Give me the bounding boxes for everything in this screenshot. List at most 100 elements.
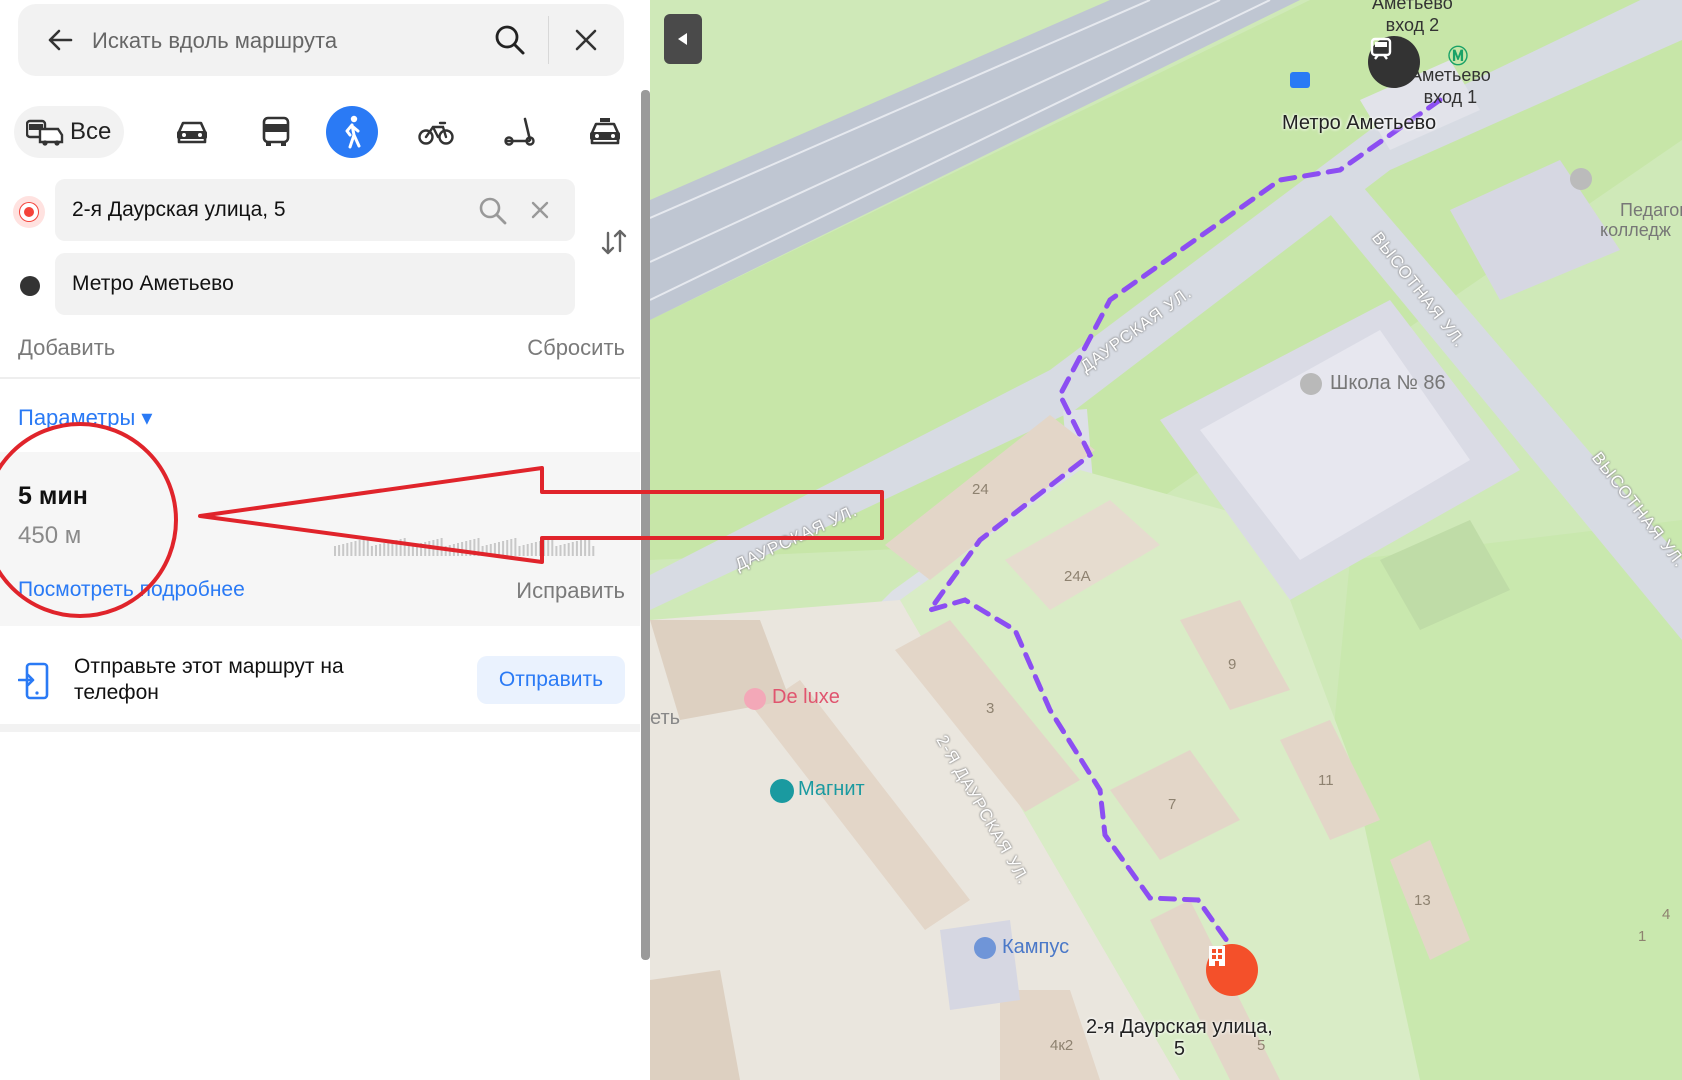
divider bbox=[548, 16, 549, 64]
search-button[interactable] bbox=[490, 20, 530, 60]
elevation-bar bbox=[362, 539, 365, 556]
mode-walk-button[interactable] bbox=[326, 106, 378, 158]
elevation-bar bbox=[350, 542, 353, 556]
elevation-bar bbox=[547, 539, 550, 556]
elevation-bar bbox=[403, 538, 406, 556]
elevation-bar bbox=[588, 538, 591, 556]
route-duration: 5 мин bbox=[18, 482, 88, 510]
hotel-icon bbox=[974, 937, 996, 959]
mode-all-label: Все bbox=[70, 118, 112, 145]
elevation-bar bbox=[506, 540, 509, 556]
elevation-bar bbox=[555, 546, 558, 556]
mode-bus-button[interactable] bbox=[250, 106, 302, 158]
panel-scrollbar[interactable] bbox=[641, 90, 650, 960]
elevation-bar bbox=[366, 538, 369, 556]
map-view[interactable]: ДАУРСКАЯ УЛ. ДАУРСКАЯ УЛ. 2-Я ДАУРСКАЯ У… bbox=[650, 0, 1682, 1080]
elevation-bar bbox=[551, 538, 554, 556]
elevation-bar bbox=[489, 544, 492, 556]
elevation-bar bbox=[416, 544, 418, 556]
details-link[interactable]: Посмотреть подробнее bbox=[18, 578, 245, 602]
house-number: 24А bbox=[1064, 568, 1091, 585]
mode-taxi-button[interactable] bbox=[579, 106, 631, 158]
elevation-bar bbox=[465, 541, 468, 556]
mode-car-button[interactable] bbox=[166, 106, 218, 158]
kampus-label[interactable]: Кампус bbox=[974, 936, 1069, 959]
mode-all-button[interactable]: Все bbox=[14, 106, 124, 158]
origin-pin[interactable] bbox=[1206, 944, 1258, 996]
deluxe-label[interactable]: De luxe bbox=[744, 686, 840, 710]
house-number: 13 bbox=[1414, 892, 1431, 909]
elevation-bar bbox=[354, 541, 357, 556]
elevation-bar bbox=[502, 541, 505, 556]
elevation-bar bbox=[358, 540, 361, 556]
elevation-bar bbox=[342, 544, 345, 556]
house-number: 4 bbox=[1662, 906, 1671, 923]
elevation-bar bbox=[338, 545, 341, 556]
collapse-panel-button[interactable] bbox=[664, 14, 702, 64]
school-icon bbox=[1570, 168, 1592, 190]
edge-label: еть bbox=[650, 707, 681, 729]
origin-pin-label: 2-я Даурская улица, 5 bbox=[1086, 1016, 1273, 1060]
elevation-bar bbox=[334, 546, 336, 556]
elevation-bar bbox=[383, 543, 386, 556]
elevation-bar bbox=[539, 541, 541, 556]
elevation-bar bbox=[592, 546, 595, 556]
elevation-bar bbox=[485, 545, 488, 556]
elevation-bar bbox=[543, 540, 546, 556]
back-button[interactable] bbox=[42, 22, 78, 58]
send-button[interactable]: Отправить bbox=[477, 656, 625, 704]
mode-scooter-button[interactable] bbox=[494, 106, 546, 158]
college-name: Педагогический колледж bbox=[1600, 200, 1682, 240]
house-number: 7 bbox=[1168, 796, 1177, 813]
swap-button[interactable] bbox=[596, 224, 632, 260]
elevation-bar bbox=[559, 545, 562, 556]
kampus-name: Кампус bbox=[1002, 936, 1070, 958]
elevation-bar bbox=[481, 546, 484, 556]
fix-link[interactable]: Исправить bbox=[516, 578, 625, 604]
building bbox=[940, 920, 1020, 1010]
close-button[interactable] bbox=[568, 22, 604, 58]
elevation-bar bbox=[395, 540, 398, 556]
car-icon bbox=[177, 121, 207, 144]
elevation-bar bbox=[461, 542, 464, 556]
elevation-bar bbox=[444, 546, 447, 556]
origin-field[interactable]: 2-я Даурская улица, 5 bbox=[55, 179, 575, 241]
add-point-link[interactable]: Добавить bbox=[18, 335, 115, 361]
bus-stop-icon bbox=[1290, 72, 1310, 88]
magnit-label[interactable]: Магнит bbox=[770, 778, 865, 803]
magnifier-icon bbox=[479, 197, 507, 225]
origin-search-button[interactable] bbox=[475, 193, 511, 229]
elevation-bar bbox=[498, 542, 500, 556]
metro-train-icon bbox=[1370, 37, 1392, 60]
transport-mode-bar: Все bbox=[14, 104, 634, 160]
elevation-bar bbox=[563, 544, 566, 556]
mode-bicycle-button[interactable] bbox=[410, 106, 462, 158]
shopping-basket-icon bbox=[770, 779, 794, 803]
house-number: 11 bbox=[1318, 772, 1334, 789]
house-number: 1 bbox=[1638, 928, 1647, 945]
elevation-bar bbox=[440, 538, 443, 556]
elevation-bar bbox=[457, 543, 459, 556]
elevation-bar bbox=[522, 545, 525, 556]
destination-field[interactable]: Метро Аметьево bbox=[55, 253, 575, 315]
origin-clear-button[interactable] bbox=[525, 195, 555, 225]
elevation-bar bbox=[510, 539, 513, 556]
elevation-bar bbox=[452, 544, 455, 556]
reset-link[interactable]: Сбросить bbox=[527, 335, 625, 361]
send-to-phone-text: Отправьте этот маршрут на телефон bbox=[74, 655, 344, 704]
search-input[interactable]: Искать вдоль маршрута bbox=[92, 28, 337, 54]
elevation-bar bbox=[514, 538, 517, 556]
deluxe-name: De luxe bbox=[772, 686, 840, 708]
route-search-bar[interactable]: Искать вдоль маршрута bbox=[18, 4, 624, 76]
metro-station-pin[interactable] bbox=[1368, 36, 1420, 88]
elevation-bar bbox=[571, 542, 574, 556]
parameters-link[interactable]: Параметры ▾ bbox=[18, 405, 152, 431]
origin-value: 2-я Даурская улица, 5 bbox=[72, 198, 286, 221]
elevation-bar bbox=[428, 541, 431, 556]
triangle-left-icon bbox=[678, 33, 687, 45]
elevation-profile bbox=[334, 538, 595, 556]
elevation-bar bbox=[477, 538, 480, 556]
close-icon bbox=[575, 29, 597, 51]
arrow-left-icon bbox=[48, 29, 73, 51]
elevation-bar bbox=[575, 541, 578, 556]
